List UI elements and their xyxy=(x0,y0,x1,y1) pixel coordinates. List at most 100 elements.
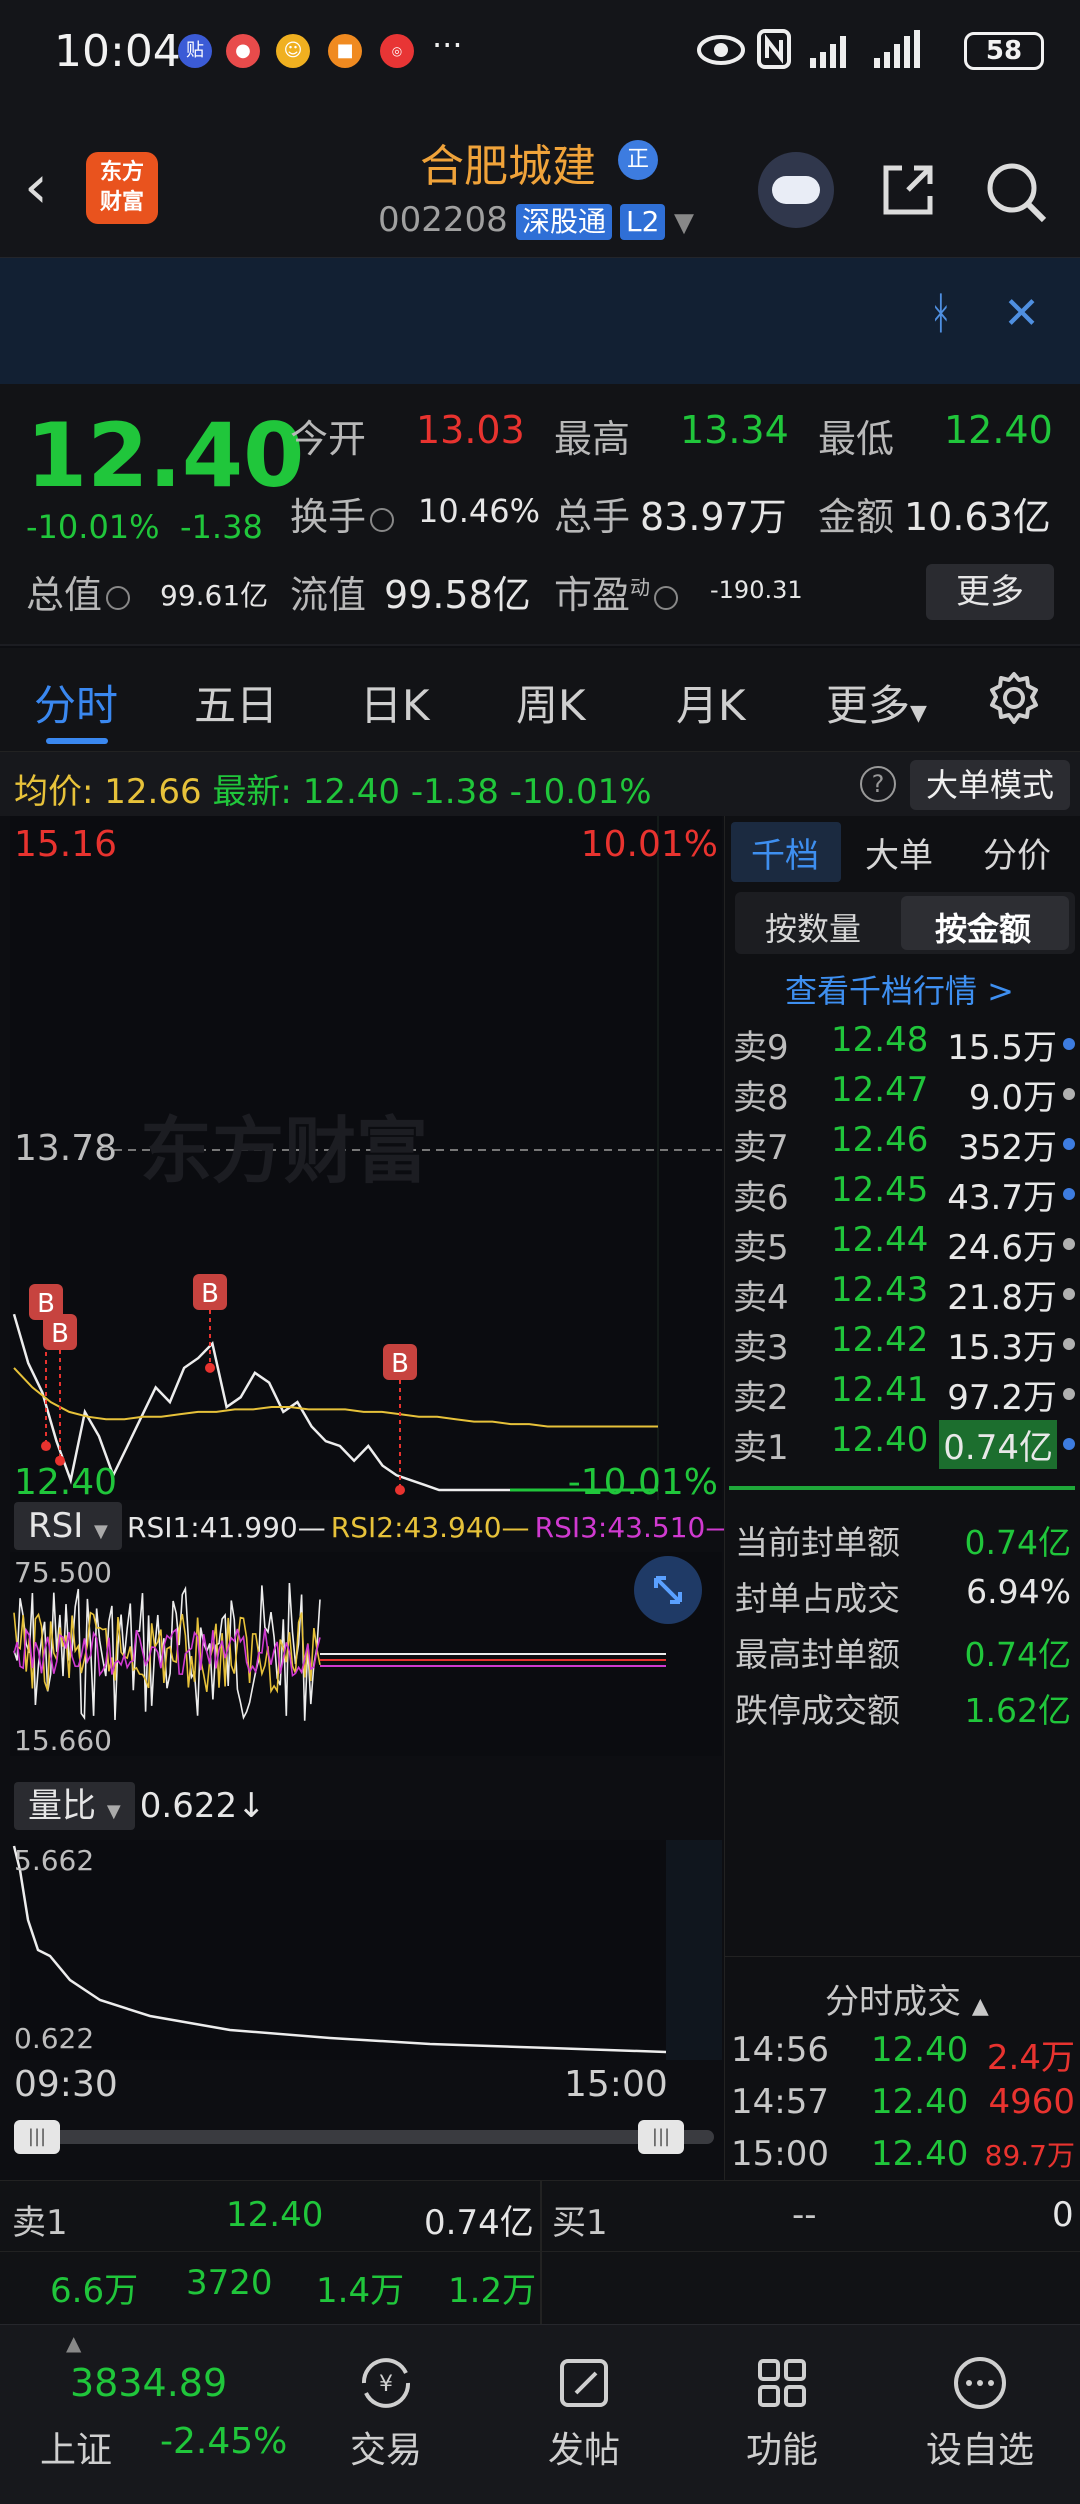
ask-level-label: 卖7 xyxy=(733,1128,789,1168)
ask-volume: 0.74亿 xyxy=(939,1420,1057,1469)
level1-book: 卖1 12.40 0.74亿 买1 -- 0 6.6万 3720 1.4万 1.… xyxy=(0,2180,1080,2325)
search-icon[interactable] xyxy=(984,160,1048,224)
change-amount: -1.38 xyxy=(180,508,263,546)
intraday-chart-area: 东方财富 BBBB 15.16 10.01% 13.78 12.40 -10.0… xyxy=(0,816,733,2172)
rsi-ymax: 75.500 xyxy=(14,1556,112,1589)
ask-row[interactable]: 卖2 12.41 97.2万 xyxy=(731,1370,1075,1420)
robot-assistant-icon[interactable] xyxy=(758,152,834,228)
gear-icon[interactable] xyxy=(986,670,1042,726)
amount-value: 10.63亿 xyxy=(904,495,1051,539)
info-icon[interactable] xyxy=(370,507,395,532)
buy-marker-label: B xyxy=(201,1279,219,1309)
ask-row[interactable]: 卖6 12.45 43.7万 xyxy=(731,1170,1075,1220)
pe-label-text: 市盈 xyxy=(554,573,631,617)
slider-handle-right[interactable]: ||| xyxy=(638,2120,684,2154)
rsi-indicator-button[interactable]: RSI ▼ xyxy=(14,1502,122,1550)
share-icon[interactable] xyxy=(878,160,938,220)
svg-text:¥: ¥ xyxy=(379,2372,393,2397)
more-circle-icon xyxy=(954,2357,1006,2409)
tab-weekly-k[interactable]: 周K xyxy=(516,672,586,733)
ask-row[interactable]: 卖7 12.46 352万 xyxy=(731,1120,1075,1170)
nav-post[interactable]: 发帖 xyxy=(504,2353,664,2473)
tick-price: 12.40 xyxy=(871,2082,969,2122)
volume-ratio-chart[interactable]: 5.662 0.622 xyxy=(10,1840,722,2060)
mktcap-label-text: 总值 xyxy=(26,573,103,617)
back-button[interactable]: ‹ xyxy=(24,152,48,222)
tab-intraday[interactable]: 分时 xyxy=(34,672,118,733)
avg-value: 12.66 xyxy=(104,772,202,812)
help-icon[interactable]: ? xyxy=(860,766,896,802)
ask-row[interactable]: 卖3 12.42 15.3万 xyxy=(731,1320,1075,1370)
tab-more[interactable]: 更多▼ xyxy=(826,672,927,733)
big-order-mode-button[interactable]: 大单模式 xyxy=(910,760,1070,810)
ask-row[interactable]: 卖5 12.44 24.6万 xyxy=(731,1220,1075,1270)
tab-levels[interactable]: 千档 xyxy=(751,828,819,877)
open-label: 今开 xyxy=(290,417,367,461)
chevron-down-icon[interactable]: ▼ xyxy=(674,208,694,238)
vr-button-label: 量比 xyxy=(28,1786,96,1826)
ask-price: 12.46 xyxy=(831,1120,929,1160)
close-icon[interactable]: ✕ xyxy=(1003,288,1040,339)
ask-dot-icon xyxy=(1063,1438,1075,1450)
ask-level-label: 卖4 xyxy=(733,1278,789,1318)
queue-item: 6.6万 xyxy=(50,2271,139,2311)
tab-5day[interactable]: 五日 xyxy=(194,672,278,733)
ask-dot-icon xyxy=(1063,1138,1075,1150)
y-top-label: 15.16 xyxy=(14,824,117,865)
current-price: 12.40 xyxy=(26,404,305,507)
logo-line2: 财富 xyxy=(99,190,144,215)
seal-value: 1.62亿 xyxy=(964,1691,1071,1730)
book-bid-amount: 0 xyxy=(1052,2195,1074,2235)
info-icon[interactable] xyxy=(654,585,679,610)
index-value[interactable]: 3834.89 xyxy=(70,2361,227,2405)
by-amount-button[interactable]: 按金额 xyxy=(935,904,1031,950)
nav-functions[interactable]: 功能 xyxy=(702,2353,862,2473)
tab-daily-k[interactable]: 日K xyxy=(360,672,430,733)
by-quantity-button[interactable]: 按数量 xyxy=(765,904,861,950)
view-levels-link[interactable]: 查看千档行情 > xyxy=(785,966,1014,1012)
divider xyxy=(0,2251,1080,2252)
volume-ratio-button[interactable]: 量比 ▼ xyxy=(14,1782,135,1830)
battery-icon: 58 xyxy=(964,32,1044,70)
tick-time: 14:56 xyxy=(731,2030,829,2070)
avg-label: 均价: xyxy=(14,772,94,812)
info-icon[interactable] xyxy=(106,585,131,610)
pe-label: 市盈动 xyxy=(554,564,679,619)
book-ask-price: 12.40 xyxy=(226,2195,324,2235)
bottom-nav: ▲ 3834.89 上证 -2.45% ¥ 交易 发帖 功能 设自选 xyxy=(0,2324,1080,2504)
rsi-button-label: RSI xyxy=(28,1506,84,1546)
ask-volume: 9.0万 xyxy=(968,1078,1057,1118)
ask-level-label: 卖5 xyxy=(733,1228,789,1268)
ask-level-label: 卖9 xyxy=(733,1028,789,1068)
latest-change: -1.38 xyxy=(410,772,499,812)
redbadge-icon: ◎ xyxy=(380,34,414,68)
avg-line: 均价: 12.66 最新: 12.40 -1.38 -10.01% xyxy=(14,764,652,813)
rsi-chart[interactable]: 75.500 15.660 xyxy=(10,1552,722,1756)
ask-row[interactable]: 卖1 12.40 0.74亿 xyxy=(731,1420,1075,1470)
buy-marker-label: B xyxy=(391,1349,409,1379)
more-fields-button[interactable]: 更多 xyxy=(926,564,1054,620)
buy-marker-dot xyxy=(41,1441,51,1452)
ticks-title[interactable]: 分时成交 ▲ xyxy=(825,1974,989,2023)
price-chart[interactable]: 东方财富 BBBB 15.16 10.01% 13.78 12.40 -10.0… xyxy=(10,816,722,1500)
seal-label: 封单占成交 xyxy=(735,1579,900,1618)
tab-monthly-k[interactable]: 月K xyxy=(676,672,746,733)
buy-marker-label: B xyxy=(51,1319,69,1349)
ask-row[interactable]: 卖4 12.43 21.8万 xyxy=(731,1270,1075,1320)
low-value: 12.40 xyxy=(944,408,1053,452)
vr-ymin: 0.622 xyxy=(14,2022,94,2055)
ask-row[interactable]: 卖8 12.47 9.0万 xyxy=(731,1070,1075,1120)
tab-price-distribution[interactable]: 分价 xyxy=(983,828,1051,877)
stock-name[interactable]: 合肥城建 xyxy=(420,130,596,194)
low-label: 最低 xyxy=(818,417,895,461)
ad-banner[interactable]: ᚼ ✕ xyxy=(0,258,1080,384)
nav-add-watchlist[interactable]: 设自选 xyxy=(900,2353,1060,2473)
tab-big-orders[interactable]: 大单 xyxy=(865,828,933,877)
volume-ratio-header: 量比 ▼ 0.622↓ xyxy=(14,1782,266,1832)
slider-handle-left[interactable]: ||| xyxy=(14,2120,60,2154)
ask-row[interactable]: 卖9 12.48 15.5万 xyxy=(731,1020,1075,1070)
tick-time: 14:57 xyxy=(731,2082,829,2122)
nav-trade[interactable]: ¥ 交易 xyxy=(306,2353,466,2473)
time-range-slider[interactable] xyxy=(14,2130,714,2144)
buy-marker-dot xyxy=(205,1362,215,1373)
